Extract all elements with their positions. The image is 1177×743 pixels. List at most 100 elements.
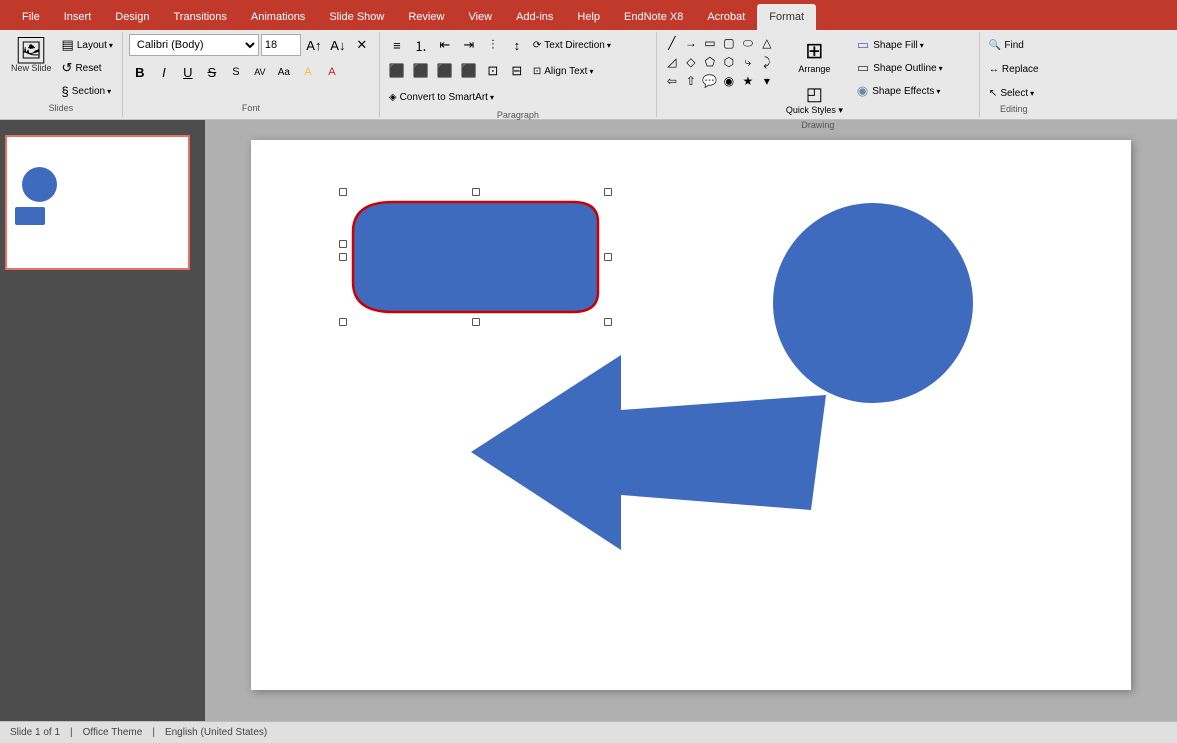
align-right-button[interactable]: ⬛ [434,60,456,82]
line-spacing-button[interactable]: ↕ [506,34,528,56]
tab-format[interactable]: Format [757,4,816,30]
shape-arrow[interactable] [471,355,826,550]
increase-font-button[interactable]: A↑ [303,34,325,56]
shapes-row-3: ⇦ ⇧ 💬 ◉ ★ ▾ [663,72,776,90]
change-case-button[interactable]: Aa [273,61,295,83]
quick-styles-icon: ◰ [806,84,823,105]
ribbon: 🖼 New Slide ▤ Layout ▾ ↺ Reset § Section… [0,30,1177,120]
font-family-select[interactable]: Calibri (Body) [129,34,259,56]
shape-more[interactable]: ▾ [758,72,776,90]
tab-endnote[interactable]: EndNote X8 [612,4,695,30]
handle-tr[interactable] [604,188,612,196]
shape-star[interactable]: ★ [739,72,757,90]
tab-acrobat[interactable]: Acrobat [695,4,757,30]
shape-effects-icon: ◉ [857,83,868,99]
reset-button[interactable]: ↺ Reset [59,57,116,79]
new-slide-button[interactable]: 🖼 New Slide [6,34,57,76]
tab-view[interactable]: View [456,4,504,30]
smartart-cols-button[interactable]: ⊡ [482,60,504,82]
tab-transitions[interactable]: Transitions [162,4,239,30]
shapes-row-2: ◿ ◇ ⬠ ⬡ ⤷ ⤸ [663,53,776,71]
shape-right-triangle[interactable]: ◿ [663,53,681,71]
replace-button[interactable]: ↔ Replace [986,58,1042,80]
shape-callout2[interactable]: ◉ [720,72,738,90]
shape-rounded-rect[interactable] [343,192,608,322]
shape-rect[interactable]: ▭ [701,34,719,52]
shape-triangle[interactable]: △ [758,34,776,52]
smartart-arrow: ▾ [490,93,494,102]
shape-effects-button[interactable]: ◉ Shape Effects ▾ [853,80,973,102]
shape-oval[interactable]: ⬭ [739,34,757,52]
strikethrough-button[interactable]: S [201,61,223,83]
highlight-color-button[interactable]: A [297,61,319,83]
font-size-input[interactable] [261,34,301,56]
replace-label: Replace [1002,64,1039,75]
underline-button[interactable]: U [177,61,199,83]
tab-design[interactable]: Design [103,4,161,30]
shape-line[interactable]: ╱ [663,34,681,52]
canvas-area[interactable] [205,120,1177,721]
shape-outline-button[interactable]: ▭ Shape Outline ▾ [853,57,973,79]
align-text-button[interactable]: ⊡ Align Text ▾ [530,60,650,82]
tab-slideshow[interactable]: Slide Show [317,4,396,30]
handle-tl[interactable] [339,188,347,196]
tab-review[interactable]: Review [396,4,456,30]
lang-info: English (United States) [165,727,267,738]
layout-icon: ▤ [62,37,74,53]
tab-file[interactable]: File [10,4,52,30]
ribbon-tabs: File Insert Design Transitions Animation… [0,0,1177,30]
bold-button[interactable]: B [129,61,151,83]
center-button[interactable]: ⬛ [410,60,432,82]
char-spacing-button[interactable]: AV [249,61,271,83]
decrease-indent-button[interactable]: ⇤ [434,34,456,56]
editing-group-content: 🔍 Find ↔ Replace ↖ Select ▾ [986,34,1042,104]
decrease-font-button[interactable]: A↓ [327,34,349,56]
tab-animations[interactable]: Animations [239,4,317,30]
tab-addins[interactable]: Add-ins [504,4,565,30]
shape-diamond[interactable]: ◇ [682,53,700,71]
handle-br[interactable] [604,318,612,326]
font-color-button[interactable]: A [321,61,343,83]
slide-canvas[interactable] [251,140,1131,690]
section-button[interactable]: § Section ▾ [59,80,116,102]
layout-button[interactable]: ▤ Layout ▾ [59,34,116,56]
shape-arrow1[interactable]: ⇦ [663,72,681,90]
align-left-button[interactable]: ⬛ [386,60,408,82]
bullets-button[interactable]: ≡ [386,34,408,56]
quick-styles-button[interactable]: ◰ Quick Styles ▾ [780,80,849,120]
shape-round-rect[interactable]: ▢ [720,34,738,52]
clear-format-button[interactable]: ✕ [351,34,373,56]
find-button[interactable]: 🔍 Find [986,34,1027,56]
handle-bl[interactable] [339,318,347,326]
shape-connector1[interactable]: ⤷ [739,53,757,71]
arrange-button[interactable]: ⊞ Arrange [792,34,836,78]
ribbon-group-drawing: ╱ → ▭ ▢ ⬭ △ ◿ ◇ ⬠ ⬡ ⤷ ⤸ ⇦ ⇧ [657,32,980,117]
shape-pentagon[interactable]: ⬠ [701,53,719,71]
text-direction-button[interactable]: ⟳ Text Direction ▾ [530,34,650,56]
shape-arrow-line[interactable]: → [682,34,700,52]
smartart-button[interactable]: ◈ Convert to SmartArt ▾ [386,86,634,108]
handle-ml[interactable] [339,253,347,261]
tab-help[interactable]: Help [565,4,612,30]
handle-bm[interactable] [472,318,480,326]
handle-tm[interactable] [472,188,480,196]
shape-connector2[interactable]: ⤸ [758,53,776,71]
columns-button[interactable]: ⫶ [482,34,504,56]
numbering-button[interactable]: ⒈ [410,34,432,56]
reset-label: Reset [75,63,101,74]
handle-ml2[interactable] [339,240,347,248]
increase-indent-button[interactable]: ⇥ [458,34,480,56]
shape-hex[interactable]: ⬡ [720,53,738,71]
distribute-button[interactable]: ⊟ [506,60,528,82]
shape-callout1[interactable]: 💬 [701,72,719,90]
select-button[interactable]: ↖ Select ▾ [986,82,1037,104]
section-arrow: ▾ [107,87,111,96]
italic-button[interactable]: I [153,61,175,83]
handle-mr[interactable] [604,253,612,261]
slide-thumbnail[interactable] [5,135,190,270]
shape-arrow2[interactable]: ⇧ [682,72,700,90]
shape-fill-button[interactable]: ▭ Shape Fill ▾ [853,34,973,56]
shadow-button[interactable]: S [225,61,247,83]
justify-button[interactable]: ⬛ [458,60,480,82]
tab-insert[interactable]: Insert [52,4,104,30]
